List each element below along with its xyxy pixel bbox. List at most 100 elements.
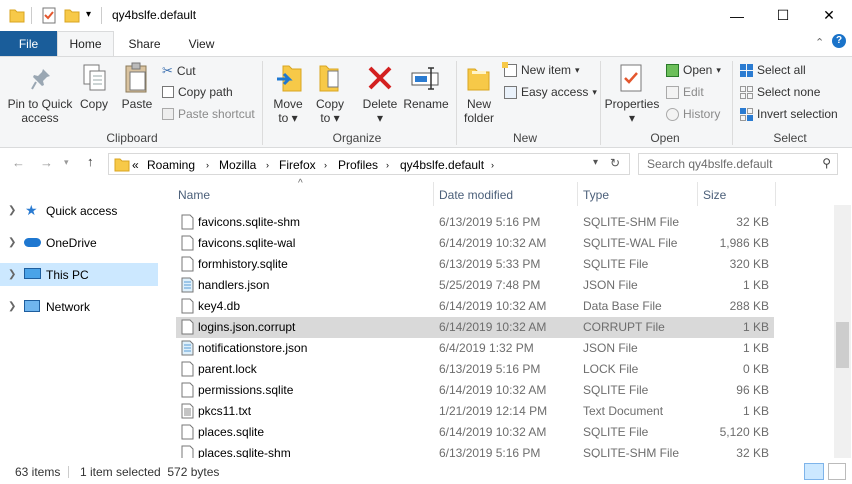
details-view-icon[interactable] [804,463,824,480]
search-input[interactable]: Search qy4bslfe.default ⚲ [638,153,838,175]
star-icon: ★ [25,202,38,218]
paste-button[interactable]: Paste [117,97,157,111]
navigation-pane: ❯ ★ Quick access ❯ OneDrive ❯ This PC ❯ … [0,180,170,458]
new-folder-button[interactable]: New folder [458,97,500,125]
file-row[interactable]: handlers.json 5/25/2019 7:48 PM JSON File 1… [176,275,774,296]
address-bar[interactable]: « Roaming › Mozilla › Firefox › Profiles… [108,153,630,175]
paste-shortcut-button[interactable]: Paste shortcut [162,107,255,121]
easy-access-button[interactable]: Easy access ▾ [504,85,597,99]
file-row[interactable]: favicons.sqlite-wal 6/14/2019 10:32 AM SQL… [176,233,774,254]
file-size: 0 KB [742,362,769,376]
column-header-type[interactable]: Type [583,188,609,202]
cut-button[interactable]: ✂ Cut [162,63,196,79]
file-row[interactable]: notificationstore.json 6/4/2019 1:32 PM JS… [176,338,774,359]
help-icon[interactable]: ? [832,34,846,48]
refresh-icon[interactable]: ↻ [610,156,620,170]
copy-to-label-2: to [320,111,331,125]
tab-file[interactable]: File [0,31,57,56]
scrollbar-thumb[interactable] [836,322,849,368]
nav-item-this-pc[interactable]: ❯ This PC [0,263,158,286]
chevron-down-icon[interactable]: ▾ [593,157,598,168]
chevron-right-icon[interactable]: › [386,160,389,170]
file-row[interactable]: key4.db 6/14/2019 10:32 AM Data Base File 2… [176,296,774,317]
nav-item-network[interactable]: ❯ Network [0,295,158,318]
select-none-label: Select none [757,85,821,99]
new-folder-quick-icon[interactable] [64,7,80,24]
breadcrumb-firefox[interactable]: Firefox [279,158,316,172]
chevron-right-icon[interactable]: › [324,160,327,170]
rename-button[interactable]: Rename [402,97,450,111]
file-icon [181,235,194,251]
back-icon[interactable]: ← [12,155,25,170]
forward-icon[interactable]: → [40,155,53,170]
history-button[interactable]: History [666,107,720,121]
file-row[interactable]: favicons.sqlite-shm 6/13/2019 5:16 PM SQLI… [176,212,774,233]
file-name: places.sqlite [198,425,265,439]
file-size: 5,120 KB [719,425,769,439]
breadcrumb-roaming[interactable]: Roaming [147,158,195,172]
select-none-button[interactable]: Select none [740,85,820,99]
file-row[interactable]: pkcs11.txt 1/21/2019 12:14 PM Text Documen… [176,401,774,422]
select-all-button[interactable]: Select all [740,63,806,77]
large-icons-view-icon[interactable] [828,463,846,480]
column-header-date[interactable]: Date modified [439,188,513,202]
delete-button[interactable]: Delete ▾ [360,97,400,125]
chevron-right-icon[interactable]: ❯ [8,205,16,216]
nav-item-quick-access[interactable]: ❯ ★ Quick access [0,199,158,222]
nav-item-label: OneDrive [46,235,97,250]
chevron-right-icon[interactable]: ❯ [8,269,16,280]
tab-home[interactable]: Home [57,31,114,56]
file-type: LOCK File [583,362,639,376]
nav-item-onedrive[interactable]: ❯ OneDrive [0,231,158,254]
file-date: 6/13/2019 5:33 PM [439,257,541,271]
chevron-right-icon[interactable]: ❯ [8,237,16,248]
invert-selection-button[interactable]: Invert selection [740,107,838,121]
customize-quick-access-icon[interactable]: ▾ [86,9,91,20]
recent-locations-icon[interactable]: ▾ [64,157,69,168]
paste-shortcut-label: Paste shortcut [178,107,255,121]
chevron-right-icon[interactable]: ❯ [8,301,16,312]
rename-icon [411,67,439,90]
collapse-ribbon-icon[interactable]: ⌃ [815,36,824,49]
properties-quick-icon[interactable] [41,7,57,24]
pin-to-quick-access-button[interactable]: Pin to Quick access [4,97,76,125]
column-divider[interactable] [697,182,698,206]
move-to-button[interactable]: Move to ▾ [270,97,306,125]
edit-button[interactable]: Edit [666,85,704,99]
file-row[interactable]: permissions.sqlite 6/14/2019 10:32 AM SQLI… [176,380,774,401]
minimize-icon[interactable]: — [714,0,760,31]
chevron-right-icon[interactable]: › [491,160,494,170]
pin-label-2: access [21,111,59,125]
breadcrumb-mozilla[interactable]: Mozilla [219,158,256,172]
maximize-icon[interactable]: ☐ [760,0,806,31]
up-icon[interactable]: ↑ [87,154,94,169]
file-name: notificationstore.json [198,341,308,355]
tab-view[interactable]: View [174,31,229,56]
copy-button[interactable]: Copy [76,97,112,111]
search-icon[interactable]: ⚲ [822,156,831,170]
column-header-size[interactable]: Size [703,188,726,202]
chevron-right-icon[interactable]: › [266,160,269,170]
copy-path-button[interactable]: Copy path [162,85,233,99]
close-icon[interactable]: ✕ [806,0,852,31]
column-divider[interactable] [775,182,776,206]
column-divider[interactable] [433,182,434,206]
column-divider[interactable] [577,182,578,206]
breadcrumb-overflow[interactable]: « [132,158,139,172]
copy-path-label: Copy path [178,85,233,99]
open-button[interactable]: Open ▾ [666,63,721,77]
breadcrumb-current[interactable]: qy4bslfe.default [400,158,484,172]
file-date: 6/14/2019 10:32 AM [439,299,547,313]
breadcrumb-profiles[interactable]: Profiles [338,158,378,172]
properties-button[interactable]: Properties ▾ [604,97,660,125]
file-row[interactable]: parent.lock 6/13/2019 5:16 PM LOCK File 0 K… [176,359,774,380]
tab-share[interactable]: Share [117,31,172,56]
new-item-button[interactable]: New item ▾ [502,61,580,77]
chevron-right-icon[interactable]: › [206,160,209,170]
file-row[interactable]: places.sqlite 6/14/2019 10:32 AM SQLITE Fi… [176,422,774,443]
copy-to-button[interactable]: Copy to ▾ [312,97,348,125]
file-row[interactable]: formhistory.sqlite 6/13/2019 5:33 PM SQLIT… [176,254,774,275]
file-row[interactable]: logins.json.corrupt 6/14/2019 10:32 AM COR… [176,317,774,338]
file-icon [181,298,194,314]
column-header-name[interactable]: Name [178,188,210,202]
